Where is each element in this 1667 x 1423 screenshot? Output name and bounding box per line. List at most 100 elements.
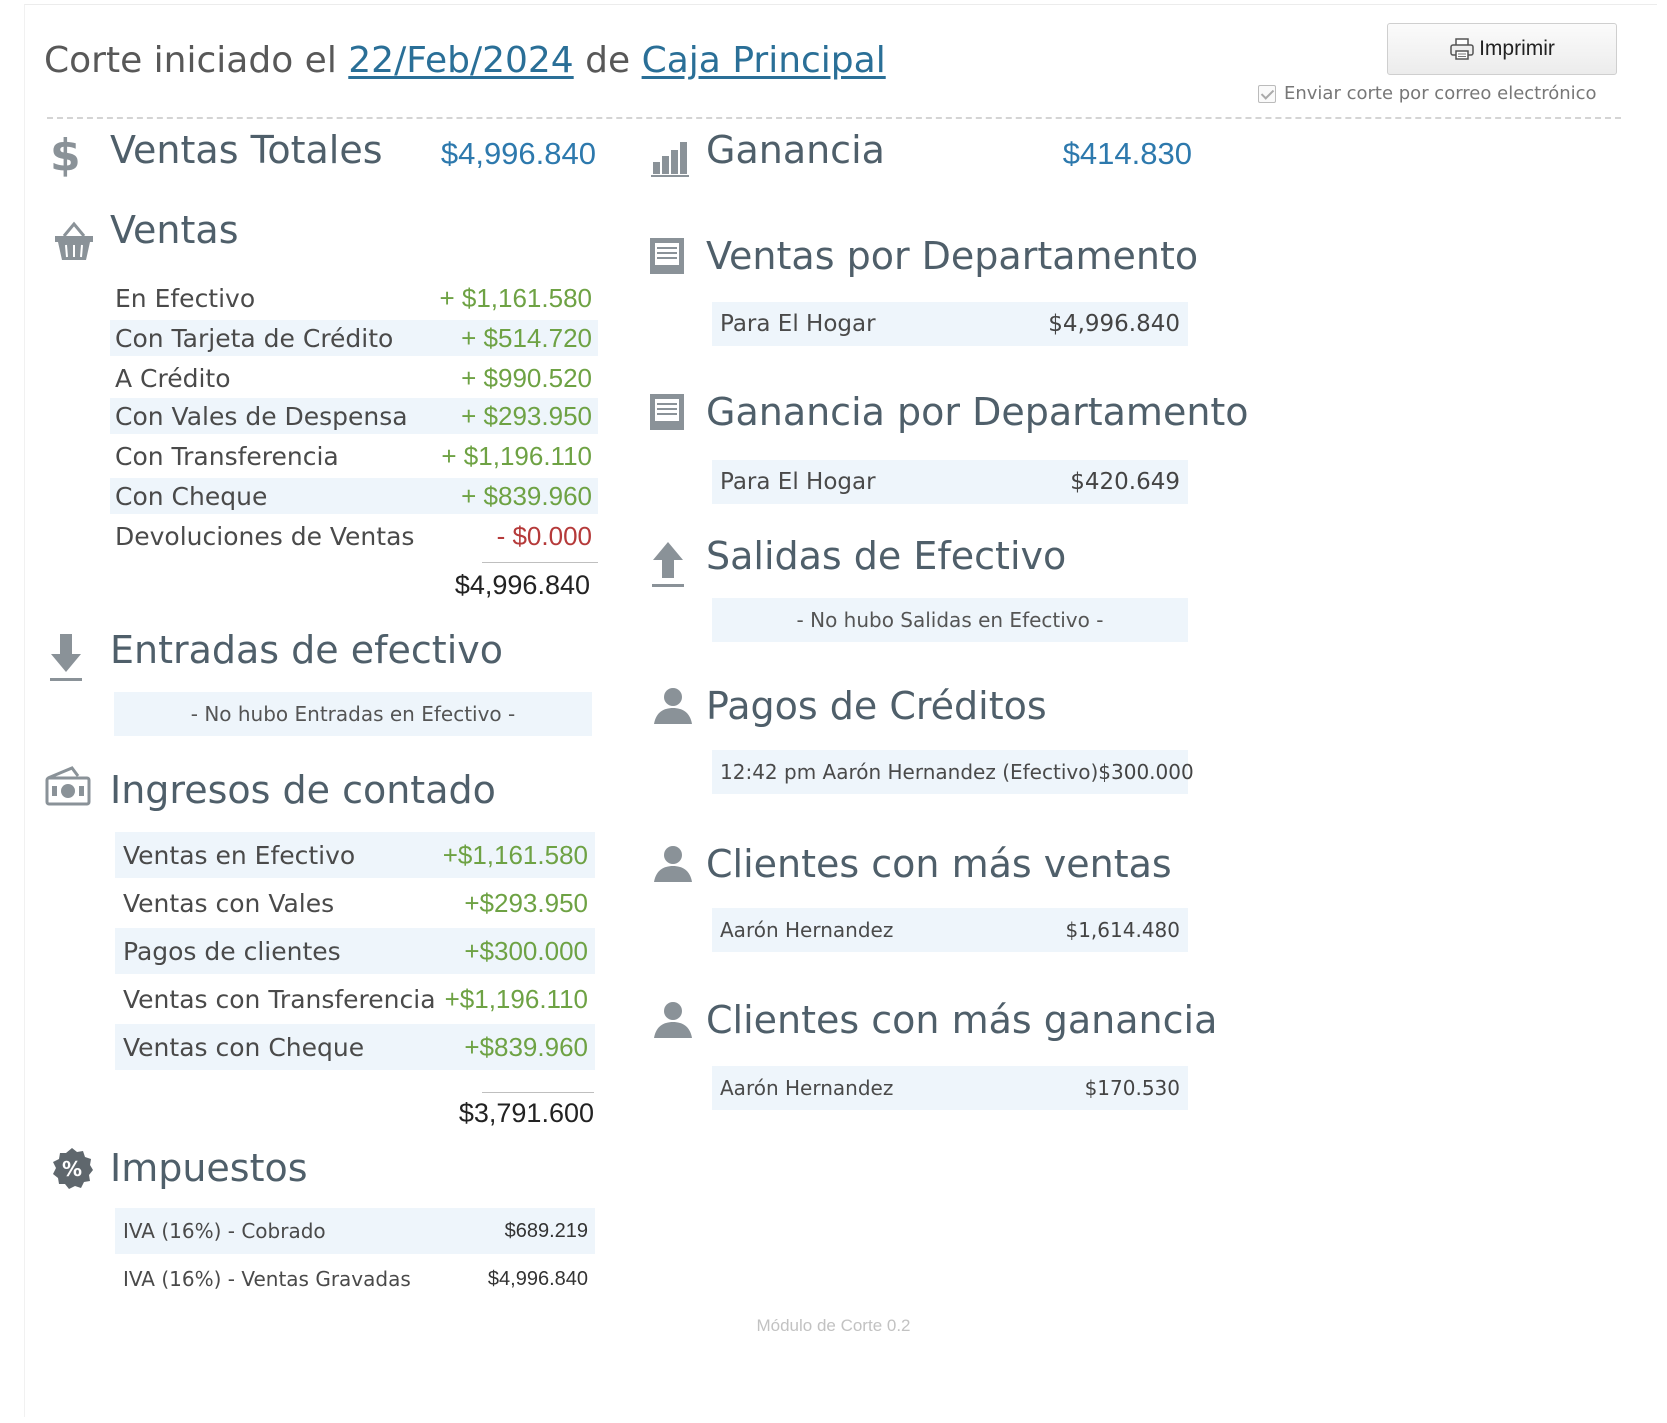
- ingresos-row-vales: Ventas con Vales +$293.950: [115, 880, 595, 926]
- row-value: $420.649: [1070, 469, 1180, 495]
- row-label: Ventas con Transferencia: [123, 984, 436, 1014]
- row-value: + $1,196.110: [441, 440, 592, 471]
- impuestos-title: Impuestos: [110, 1146, 308, 1190]
- row-label: Ventas en Efectivo: [123, 840, 356, 870]
- clientes-ventas-row: Aarón Hernandez $1,614.480: [712, 908, 1188, 952]
- row-value: + $1,161.580: [439, 282, 592, 313]
- row-label: Ventas con Cheque: [123, 1032, 365, 1062]
- ventas-row-devoluciones: Devoluciones de Ventas - $0.000: [110, 518, 598, 554]
- clientes-ventas-title: Clientes con más ventas: [706, 842, 1172, 886]
- user-icon: [650, 844, 696, 884]
- row-label: Con Tarjeta de Crédito: [115, 323, 394, 353]
- ingresos-row-pagos: Pagos de clientes +$300.000: [115, 928, 595, 974]
- ingresos-total-rule: [482, 1092, 594, 1093]
- row-label: Con Cheque: [115, 481, 268, 511]
- ingresos-row-transferencia: Ventas con Transferencia +$1,196.110: [115, 976, 595, 1022]
- print-label: Imprimir: [1479, 37, 1555, 60]
- row-label: Ventas con Vales: [123, 888, 335, 918]
- row-value: + $514.720: [461, 322, 592, 353]
- row-label: 12:42 pm Aarón Hernandez (Efectivo): [720, 760, 1099, 784]
- svg-text:%: %: [62, 1157, 82, 1181]
- ventas-depto-row: Para El Hogar $4,996.840: [712, 302, 1188, 346]
- row-value: +$300.000: [464, 935, 588, 966]
- date-link[interactable]: 22/Feb/2024: [348, 40, 573, 81]
- arrow-up-icon: [650, 538, 686, 590]
- arrow-down-icon: [48, 632, 84, 684]
- row-label: Aarón Hernandez: [720, 1076, 894, 1100]
- row-value: - $0.000: [496, 520, 592, 551]
- ganancia-depto-title: Ganancia por Departamento: [706, 390, 1249, 434]
- basket-icon: [52, 220, 96, 264]
- ventas-row-efectivo: En Efectivo + $1,161.580: [110, 280, 598, 316]
- row-value: +$839.960: [464, 1031, 588, 1062]
- email-option[interactable]: Enviar corte por correo electrónico: [1258, 83, 1597, 104]
- row-value: +$1,161.580: [442, 839, 588, 870]
- row-value: $300.000: [1098, 760, 1194, 784]
- impuestos-row-gravadas: IVA (16%) - Ventas Gravadas $4,996.840: [115, 1256, 595, 1302]
- ventas-total-rule: [482, 562, 598, 563]
- document-icon: [648, 392, 686, 432]
- print-button[interactable]: Imprimir: [1387, 23, 1617, 75]
- page-title: Corte iniciado el 22/Feb/2024 de Caja Pr…: [44, 40, 886, 81]
- svg-text:$: $: [50, 130, 81, 178]
- salidas-empty-note: - No hubo Salidas en Efectivo -: [712, 598, 1188, 642]
- title-prefix: Corte iniciado el: [44, 40, 337, 81]
- ventas-row-cheque: Con Cheque + $839.960: [110, 478, 598, 514]
- bar-chart-icon: [650, 138, 690, 178]
- ventas-totales-title: Ventas Totales: [110, 128, 383, 172]
- row-value: + $990.520: [461, 362, 592, 393]
- header-divider: [47, 117, 1621, 119]
- ventas-title: Ventas: [110, 208, 239, 252]
- row-label: Con Transferencia: [115, 441, 339, 471]
- salidas-title: Salidas de Efectivo: [706, 534, 1067, 578]
- cash-icon: [44, 764, 92, 808]
- row-value: $689.219: [504, 1219, 588, 1242]
- row-value: + $839.960: [461, 480, 592, 511]
- row-label: Pagos de clientes: [123, 936, 341, 966]
- row-value: $170.530: [1084, 1076, 1180, 1100]
- ganancia-value: $414.830: [1062, 136, 1192, 171]
- row-label: En Efectivo: [115, 283, 256, 313]
- ventas-totales-value: $4,996.840: [440, 136, 596, 171]
- row-value: +$1,196.110: [444, 983, 588, 1014]
- ingresos-row-cheque: Ventas con Cheque +$839.960: [115, 1024, 595, 1070]
- row-value: $4,996.840: [487, 1267, 588, 1290]
- row-label: IVA (16%) - Ventas Gravadas: [123, 1267, 411, 1291]
- entradas-title: Entradas de efectivo: [110, 628, 503, 672]
- ventas-row-credito: A Crédito + $990.520: [110, 360, 598, 396]
- ganancia-depto-row: Para El Hogar $420.649: [712, 460, 1188, 504]
- ingresos-title: Ingresos de contado: [110, 768, 496, 812]
- register-link[interactable]: Caja Principal: [642, 40, 886, 81]
- ingresos-row-efectivo: Ventas en Efectivo +$1,161.580: [115, 832, 595, 878]
- email-label: Enviar corte por correo electrónico: [1284, 83, 1597, 104]
- row-label: Aarón Hernandez: [720, 918, 894, 942]
- ventas-row-tarjeta: Con Tarjeta de Crédito + $514.720: [110, 320, 598, 356]
- clientes-ganancia-title: Clientes con más ganancia: [706, 998, 1218, 1042]
- impuestos-row-cobrado: IVA (16%) - Cobrado $689.219: [115, 1208, 595, 1254]
- user-icon: [650, 686, 696, 726]
- ventas-total: $4,996.840: [454, 570, 590, 600]
- title-connector: de: [585, 40, 631, 81]
- row-label: Para El Hogar: [720, 311, 876, 337]
- percent-icon: %: [50, 1146, 94, 1190]
- pagos-creditos-row: 12:42 pm Aarón Hernandez (Efectivo) $300…: [712, 750, 1194, 794]
- pagos-creditos-title: Pagos de Créditos: [706, 684, 1047, 728]
- dollar-icon: $: [48, 130, 84, 178]
- printer-icon: [1449, 37, 1475, 61]
- row-value: +$293.950: [464, 887, 588, 918]
- ventas-depto-title: Ventas por Departamento: [706, 234, 1199, 278]
- row-value: $4,996.840: [1048, 311, 1180, 337]
- footer-version: Módulo de Corte 0.2: [756, 1316, 911, 1335]
- ingresos-total: $3,791.600: [458, 1098, 594, 1128]
- row-label: A Crédito: [115, 363, 231, 393]
- row-value: + $293.950: [461, 400, 592, 431]
- email-checkbox[interactable]: [1258, 84, 1276, 103]
- ventas-row-vales: Con Vales de Despensa + $293.950: [110, 398, 598, 434]
- document-icon: [648, 236, 686, 276]
- ventas-row-transferencia: Con Transferencia + $1,196.110: [110, 438, 598, 474]
- row-label: Con Vales de Despensa: [115, 401, 408, 431]
- clientes-ganancia-row: Aarón Hernandez $170.530: [712, 1066, 1188, 1110]
- row-value: $1,614.480: [1065, 918, 1180, 942]
- entradas-empty-note: - No hubo Entradas en Efectivo -: [114, 692, 592, 736]
- user-icon: [650, 1000, 696, 1040]
